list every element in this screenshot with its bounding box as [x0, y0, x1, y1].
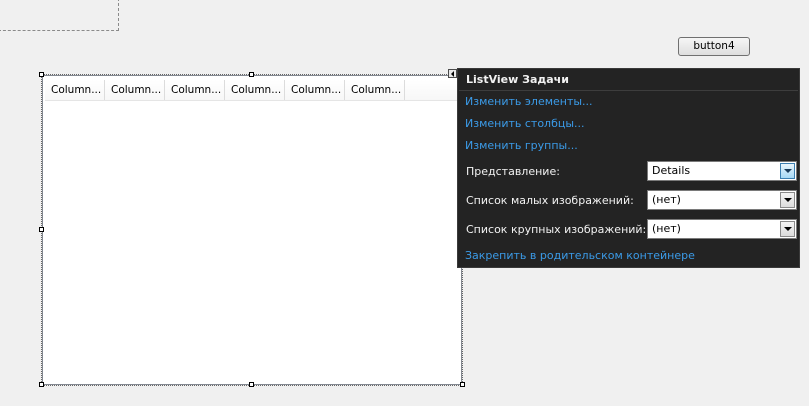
- form-region-border: [0, 0, 119, 31]
- chevron-down-icon[interactable]: [780, 192, 795, 208]
- resize-handle-bottom[interactable]: [249, 382, 254, 387]
- large-images-dropdown-value: (нет): [652, 222, 681, 235]
- small-images-dropdown-value: (нет): [652, 193, 681, 206]
- large-images-label: Список крупных изображений:: [466, 223, 647, 236]
- view-dropdown-value: Details: [652, 164, 691, 177]
- column-header[interactable]: Column...: [285, 80, 345, 100]
- chevron-down-icon[interactable]: [780, 163, 795, 179]
- chevron-down-icon[interactable]: [780, 221, 795, 237]
- column-header[interactable]: Column...: [165, 80, 225, 100]
- resize-handle-bottom-left[interactable]: [39, 382, 44, 387]
- column-header[interactable]: Column...: [345, 80, 405, 100]
- column-header[interactable]: Column...: [225, 80, 285, 100]
- view-label: Представление:: [466, 165, 560, 178]
- resize-handle-left[interactable]: [39, 227, 44, 232]
- resize-handle-bottom-right[interactable]: [460, 382, 465, 387]
- panel-title: ListView Задачи: [466, 73, 569, 86]
- button4[interactable]: button4: [678, 37, 750, 56]
- smart-tag-icon[interactable]: [448, 69, 457, 78]
- small-images-label: Список малых изображений:: [466, 194, 634, 207]
- resize-handle-top-left[interactable]: [39, 72, 44, 77]
- small-images-dropdown[interactable]: (нет): [647, 190, 797, 210]
- edit-items-link[interactable]: Изменить элементы...: [465, 95, 593, 108]
- listview-header: Column... Column... Column... Column... …: [45, 80, 459, 101]
- view-dropdown[interactable]: Details: [647, 161, 797, 181]
- listview-tasks-panel: ListView Задачи Изменить элементы... Изм…: [457, 68, 800, 268]
- edit-groups-link[interactable]: Изменить группы...: [465, 139, 578, 152]
- dock-in-parent-link[interactable]: Закрепить в родительском контейнере: [465, 249, 695, 262]
- column-header[interactable]: Column...: [105, 80, 165, 100]
- panel-divider: [459, 90, 798, 91]
- large-images-dropdown[interactable]: (нет): [647, 219, 797, 239]
- resize-handle-top[interactable]: [249, 72, 254, 77]
- listview[interactable]: Column... Column... Column... Column... …: [42, 75, 462, 385]
- edit-columns-link[interactable]: Изменить столбцы...: [465, 117, 585, 130]
- column-header[interactable]: Column...: [45, 80, 105, 100]
